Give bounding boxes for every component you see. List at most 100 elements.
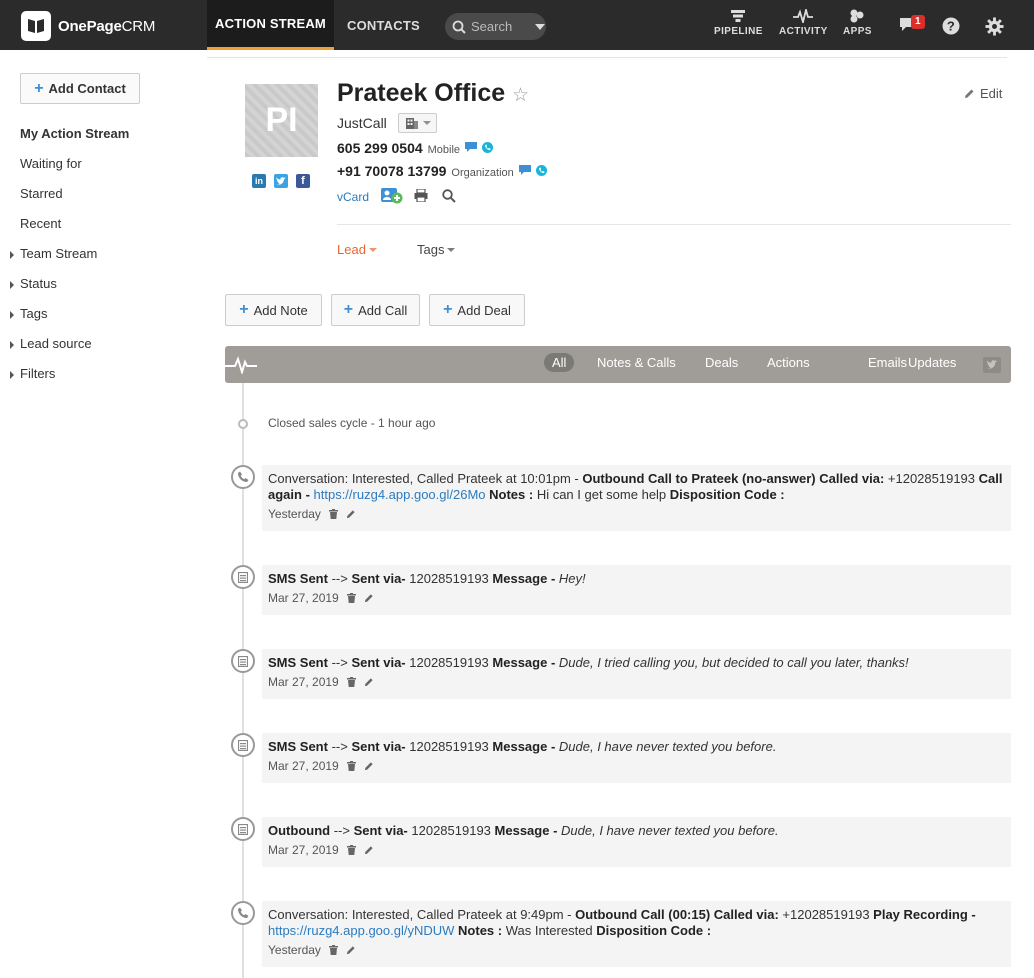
sidebar-item-status[interactable]: Status bbox=[10, 276, 57, 291]
notifications-button[interactable]: 1 bbox=[899, 15, 925, 35]
pulse-icon bbox=[225, 356, 257, 374]
avatar: PI bbox=[245, 84, 318, 157]
trash-icon[interactable] bbox=[328, 509, 338, 519]
entry-message: Dude, I tried calling you, but decided t… bbox=[558, 655, 909, 670]
search-dropdown-icon[interactable] bbox=[535, 23, 545, 30]
sidebar-item-waiting-for[interactable]: Waiting for bbox=[20, 156, 82, 171]
vcard-link[interactable]: vCard bbox=[337, 190, 369, 204]
apps-button[interactable]: APPS bbox=[843, 9, 872, 37]
apps-label: APPS bbox=[843, 26, 872, 37]
tab-contacts[interactable]: CONTACTS bbox=[347, 0, 420, 50]
add-contact-button[interactable]: + Add Contact bbox=[20, 73, 140, 104]
search-box[interactable] bbox=[445, 13, 546, 40]
add-call-label: Add Call bbox=[358, 302, 408, 318]
pencil-icon[interactable] bbox=[364, 593, 374, 603]
entry-meta: Mar 27, 2019 bbox=[268, 590, 1005, 606]
building-icon bbox=[405, 118, 418, 129]
settings-button[interactable] bbox=[985, 17, 1004, 39]
chevron-down-icon bbox=[422, 121, 431, 125]
add-deal-button[interactable]: + Add Deal bbox=[429, 294, 525, 326]
search-icon[interactable] bbox=[442, 189, 456, 206]
phone-number[interactable]: +91 70078 13799 bbox=[337, 163, 446, 179]
activity-button[interactable]: ACTIVITY bbox=[779, 9, 828, 37]
add-call-button[interactable]: + Add Call bbox=[331, 294, 420, 326]
edit-button[interactable]: Edit bbox=[964, 86, 1002, 101]
status-label: Lead bbox=[337, 242, 366, 257]
search-icon bbox=[452, 20, 466, 34]
linkedin-icon[interactable]: in bbox=[252, 174, 266, 188]
pencil-icon[interactable] bbox=[346, 509, 356, 519]
expand-arrow-icon bbox=[10, 341, 14, 349]
pencil-icon[interactable] bbox=[364, 845, 374, 855]
trash-icon[interactable] bbox=[346, 593, 356, 603]
sidebar-item-lead-source[interactable]: Lead source bbox=[10, 336, 92, 351]
filter-notes-calls[interactable]: Notes & Calls bbox=[597, 355, 676, 370]
divider bbox=[337, 224, 1011, 225]
trash-icon[interactable] bbox=[346, 677, 356, 687]
chevron-down-icon bbox=[368, 247, 377, 252]
sms-icon[interactable] bbox=[465, 142, 478, 153]
entry-segment-bold: Message - bbox=[492, 739, 556, 754]
pencil-icon[interactable] bbox=[364, 677, 374, 687]
plus-icon: + bbox=[239, 301, 249, 318]
add-deal-label: Add Deal bbox=[457, 302, 511, 318]
activity-icon bbox=[793, 9, 814, 23]
star-icon[interactable]: ☆ bbox=[512, 84, 529, 107]
recording-link[interactable]: https://ruzg4.app.goo.gl/26Mo bbox=[314, 487, 486, 502]
search-input[interactable] bbox=[471, 19, 533, 34]
phone-organization[interactable]: +91 70078 13799 Organization bbox=[337, 163, 547, 179]
add-to-contacts-icon[interactable] bbox=[381, 188, 403, 207]
entry-segment: Conversation: Interested, Called Prateek… bbox=[268, 471, 583, 486]
sidebar-item-filters[interactable]: Filters bbox=[10, 366, 55, 381]
timeline-dot-icon bbox=[238, 419, 248, 429]
tags-dropdown[interactable]: Tags bbox=[417, 242, 456, 257]
call-icon[interactable] bbox=[482, 142, 494, 153]
timeline-entry-sms: SMS Sent --> Sent via- 12028519193 Messa… bbox=[262, 565, 1011, 615]
twitter-icon[interactable] bbox=[274, 174, 288, 188]
company-dropdown[interactable] bbox=[398, 113, 437, 133]
sidebar-item-team-stream[interactable]: Team Stream bbox=[10, 246, 97, 261]
trash-icon[interactable] bbox=[346, 761, 356, 771]
facebook-icon[interactable]: f bbox=[296, 174, 310, 188]
trash-icon[interactable] bbox=[346, 845, 356, 855]
filter-emails[interactable]: Emails bbox=[868, 355, 907, 370]
call-icon[interactable] bbox=[535, 165, 547, 176]
trash-icon[interactable] bbox=[328, 945, 338, 955]
status-dropdown[interactable]: Lead bbox=[337, 242, 377, 257]
phone-number[interactable]: 605 299 0504 bbox=[337, 140, 423, 156]
sidebar-item-my-action-stream[interactable]: My Action Stream bbox=[20, 126, 129, 141]
phone-mobile[interactable]: 605 299 0504 Mobile bbox=[337, 140, 494, 156]
plus-icon: + bbox=[443, 301, 453, 318]
entry-text: Conversation: Interested, Called Prateek… bbox=[268, 471, 1005, 503]
filter-deals[interactable]: Deals bbox=[705, 355, 738, 370]
entry-segment: Conversation: Interested, Called Prateek… bbox=[268, 907, 576, 922]
entry-segment-bold: Play Recording - bbox=[873, 907, 976, 922]
tab-action-stream[interactable]: ACTION STREAM bbox=[207, 0, 334, 50]
add-note-button[interactable]: + Add Note bbox=[225, 294, 322, 326]
filter-all[interactable]: All bbox=[544, 353, 575, 372]
entry-date: Yesterday bbox=[268, 943, 321, 957]
help-button[interactable]: ? bbox=[942, 17, 960, 38]
filter-updates[interactable]: Updates bbox=[908, 355, 956, 370]
entry-segment: 12028519193 bbox=[405, 571, 493, 586]
plus-icon: + bbox=[343, 301, 354, 318]
pencil-icon[interactable] bbox=[364, 761, 374, 771]
expand-arrow-icon bbox=[10, 251, 14, 259]
print-icon[interactable] bbox=[414, 188, 428, 205]
sidebar-item-starred[interactable]: Starred bbox=[20, 186, 63, 201]
entry-text: Outbound --> Sent via- 12028519193 Messa… bbox=[268, 823, 1005, 839]
filter-actions[interactable]: Actions bbox=[767, 355, 810, 370]
pipeline-button[interactable]: PIPELINE bbox=[714, 9, 763, 37]
phone-icon bbox=[231, 901, 255, 925]
recording-link[interactable]: https://ruzg4.app.goo.gl/yNDUW bbox=[268, 923, 454, 938]
sms-icon[interactable] bbox=[518, 165, 531, 176]
entry-segment-bold: Outbound bbox=[268, 823, 331, 838]
sidebar-item-recent[interactable]: Recent bbox=[20, 216, 61, 231]
sidebar-item-tags[interactable]: Tags bbox=[10, 306, 47, 321]
pencil-icon[interactable] bbox=[346, 945, 356, 955]
company-name[interactable]: JustCall bbox=[337, 115, 387, 131]
logo[interactable]: OnePageCRM bbox=[21, 11, 155, 41]
entry-segment: --> bbox=[327, 571, 352, 586]
twitter-filter-icon[interactable] bbox=[983, 357, 1001, 373]
brand-name: OnePageCRM bbox=[58, 18, 155, 35]
